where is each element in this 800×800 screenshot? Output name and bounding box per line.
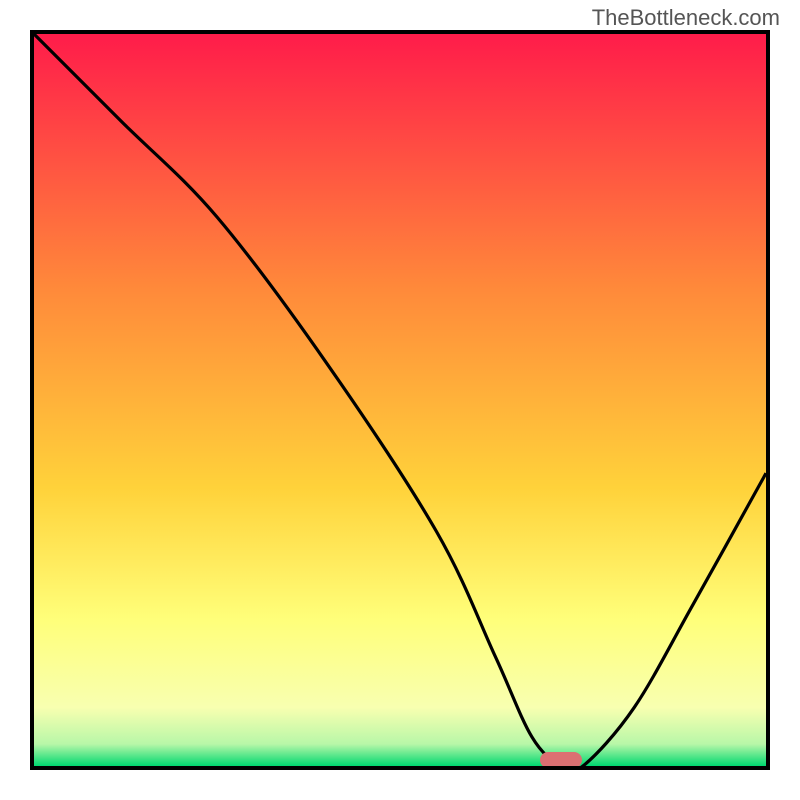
plot-frame <box>30 30 770 770</box>
optimal-marker <box>540 752 582 768</box>
bottleneck-curve <box>34 34 766 766</box>
watermark-text: TheBottleneck.com <box>592 5 780 31</box>
